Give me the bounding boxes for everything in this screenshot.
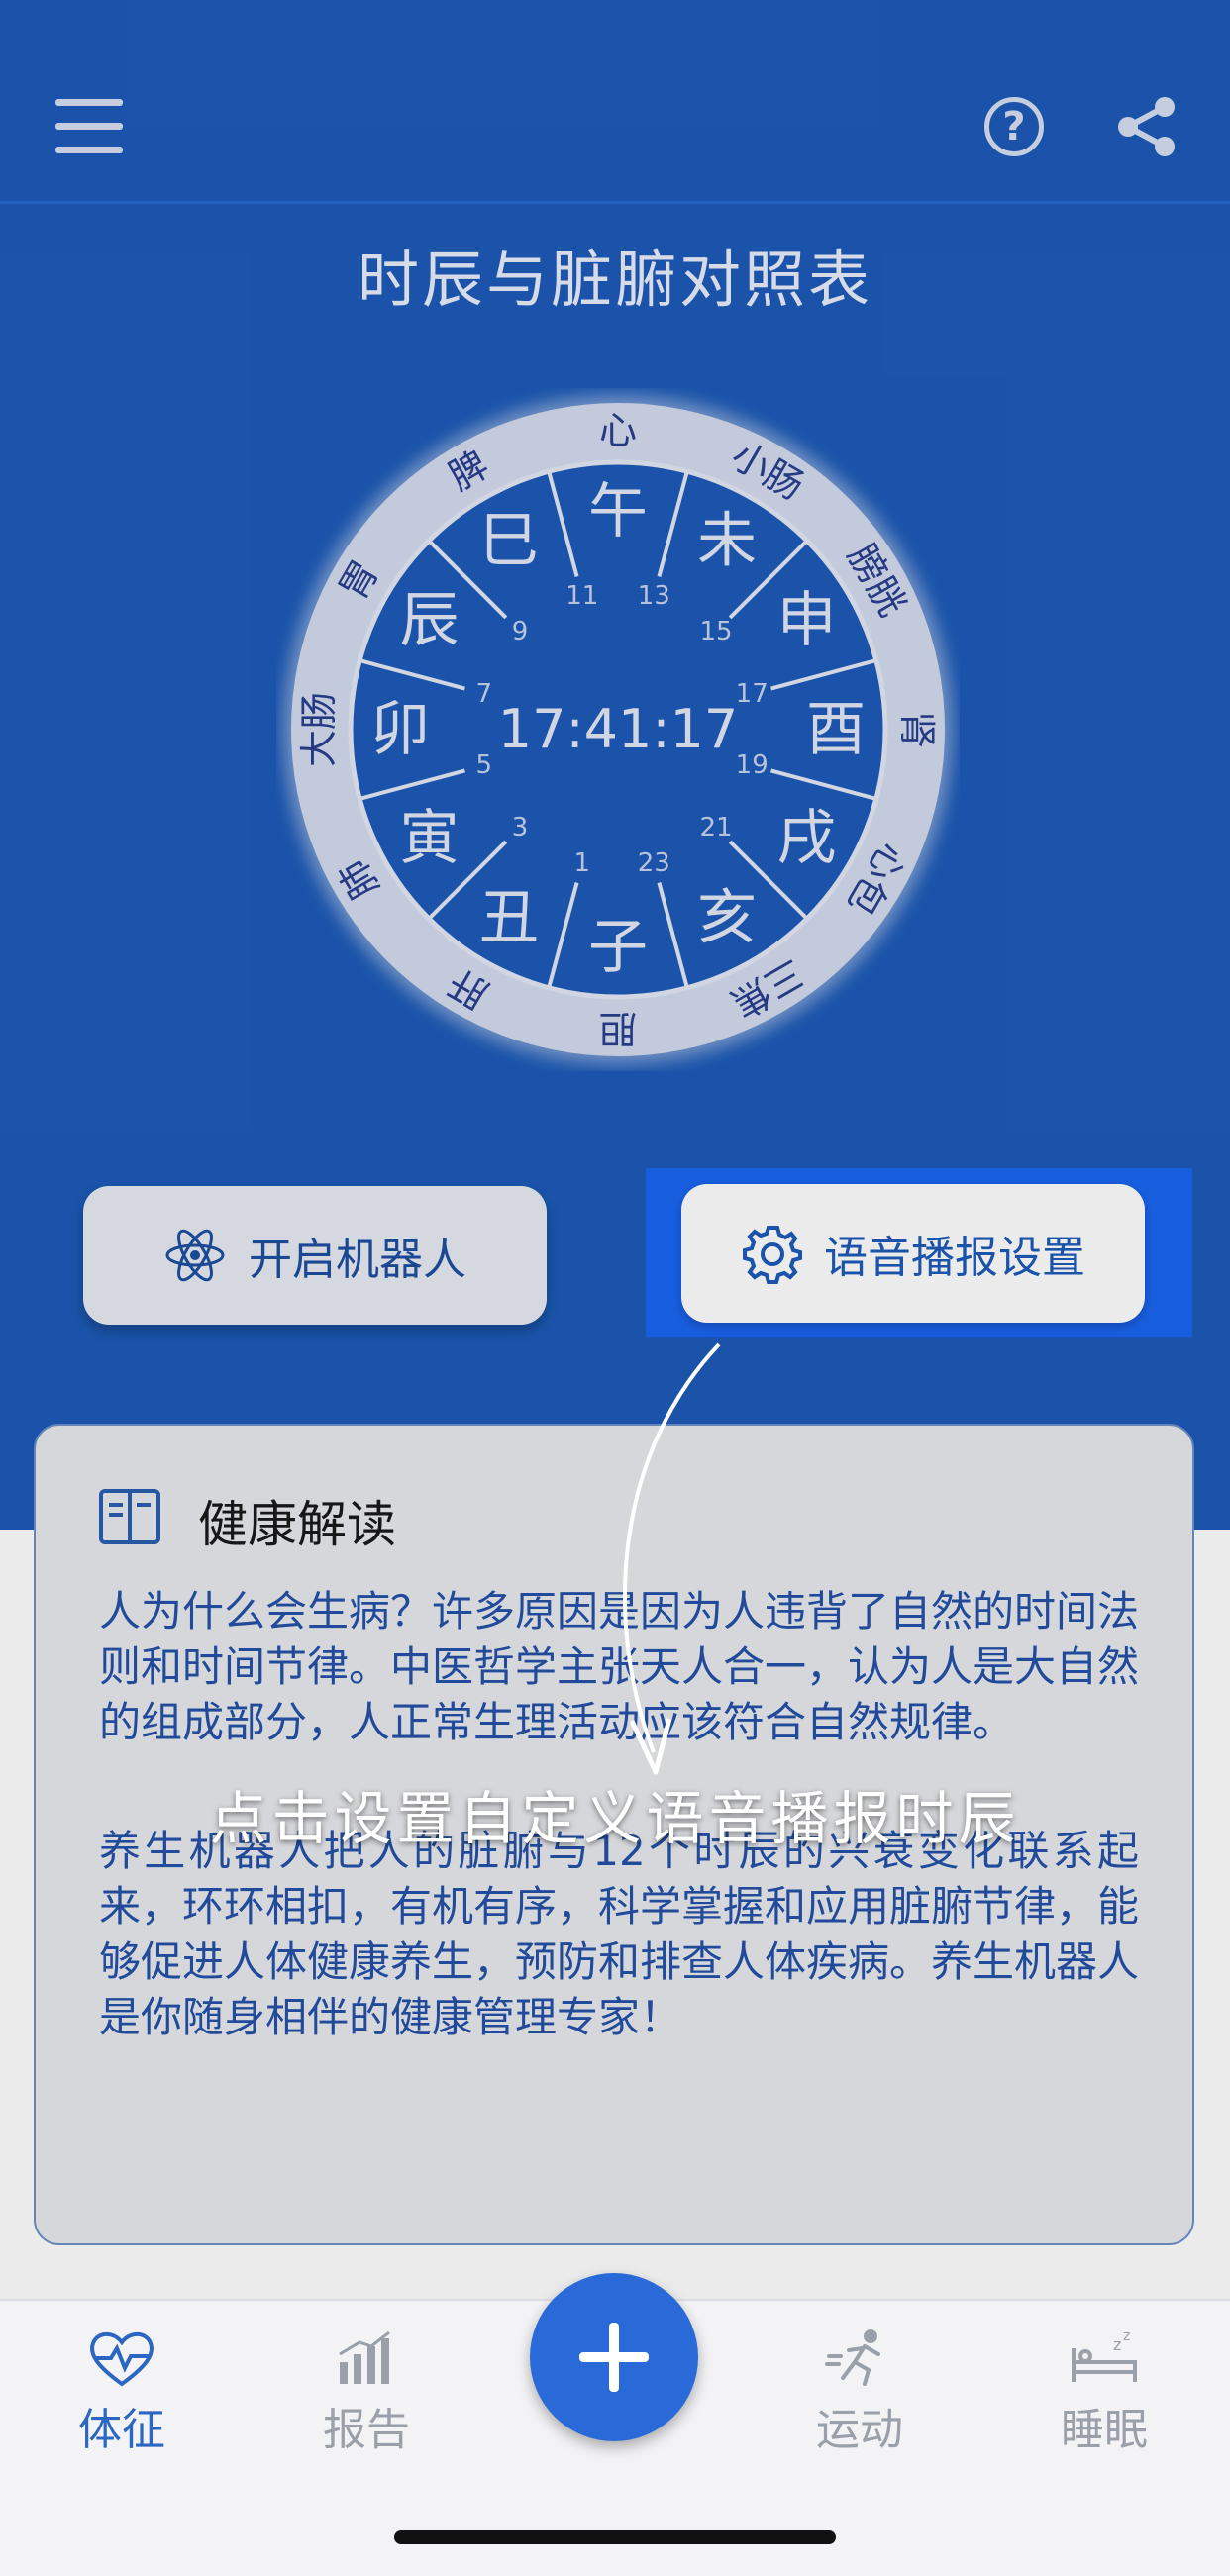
organ-label: 大肠 [297,692,341,767]
organ-label: 胆 [599,1007,637,1050]
svg-text:z: z [1113,2335,1121,2354]
atom-icon [165,1229,225,1282]
earthly-branch-label: 戌 [777,804,837,873]
earthly-branch-label: 辰 [399,586,459,655]
organ-label: 肾 [895,711,939,748]
earthly-branch-label: 巳 [479,506,539,575]
earthly-branch-label: 寅 [399,804,459,873]
page-title: 时辰与脏腑对照表 [357,244,872,316]
question-circle-icon[interactable]: ? [984,97,1044,156]
earthly-branch-label: 酉 [806,695,866,764]
plus-icon [609,2323,619,2392]
nav-tab-sport[interactable]: 运动 [770,2328,949,2457]
hour-label: 3 [512,813,529,842]
hour-label: 23 [638,848,670,878]
clock-time: 17:41:17 [498,698,739,760]
share-icon[interactable] [1115,95,1179,158]
home-indicator [394,2530,836,2544]
hour-label: 9 [512,617,529,646]
card-title: 健康解读 [198,1496,396,1553]
hour-label: 1 [573,848,590,878]
nav-label: 运动 [816,2405,903,2455]
svg-text:z: z [1123,2328,1130,2344]
nav-tab-report[interactable]: 报告 [277,2328,456,2457]
nav-label: 体征 [78,2405,165,2455]
card-paragraph: 养生机器人把人的脏腑与12个时辰的兴衰变化联系起来，环环相扣，有机有序，科学掌握… [99,1827,1140,2041]
hour-label: 21 [699,813,732,842]
voice-broadcast-settings-label: 语音播报设置 [824,1233,1085,1283]
voice-broadcast-settings-button[interactable]: 语音播报设置 [681,1184,1145,1323]
hour-label: 17 [736,679,769,709]
open-robot-label: 开启机器人 [249,1235,466,1285]
gear-icon [743,1226,802,1284]
earthly-branch-label: 亥 [697,884,757,953]
hour-label: 15 [699,617,732,646]
bar-chart-icon [339,2330,390,2384]
book-icon [99,1489,160,1544]
guide-arrow-icon [622,1342,721,1775]
earthly-branch-label: 午 [588,477,648,546]
earthly-branch-label: 子 [588,913,648,982]
tutorial-hint: 点击设置自定义语音播报时辰 [209,1785,1021,1852]
nav-label: 报告 [323,2405,410,2455]
meridian-clock-dial: 午未申酉戌亥子丑寅卯辰巳1315171921231357911心小肠膀胱肾心包三… [283,395,953,1064]
open-robot-button[interactable]: 开启机器人 [83,1186,547,1325]
top-bar [0,0,1230,203]
organ-label: 心 [599,409,637,452]
hour-label: 13 [638,581,670,611]
hamburger-icon[interactable] [55,99,125,154]
running-icon [825,2329,880,2386]
earthly-branch-label: 卯 [370,695,430,764]
header-divider [0,201,1230,204]
hour-label: 19 [736,750,769,780]
nav-tab-sleep[interactable]: z z 睡眠 [1015,2328,1193,2457]
hour-label: 11 [565,581,598,611]
heart-pulse-icon [90,2331,154,2387]
hour-label: 7 [475,679,492,709]
hour-label: 5 [475,750,492,780]
earthly-branch-label: 未 [697,506,757,575]
earthly-branch-label: 丑 [479,884,539,953]
nav-tab-vitals[interactable]: 体征 [33,2328,211,2457]
nav-label: 睡眠 [1061,2405,1148,2455]
earthly-branch-label: 申 [777,586,837,655]
sleep-bed-icon: z z [1072,2328,1137,2382]
